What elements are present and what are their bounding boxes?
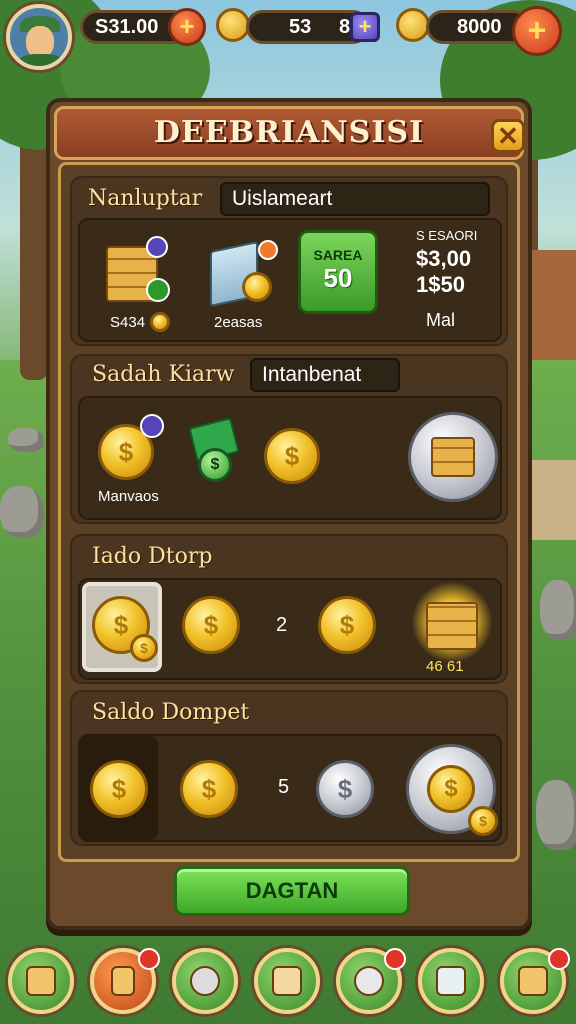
gem-balance-value: 53 — [289, 16, 312, 38]
small-coin-icon — [150, 312, 170, 332]
section-body: $ $ $ 2 $ 46 61 — [78, 578, 502, 680]
right-line1: $3,00 — [416, 246, 472, 271]
add-coin-button[interactable]: + — [512, 6, 562, 56]
item-price: S434 — [110, 314, 146, 331]
new-badge-icon — [258, 240, 278, 260]
right-bottom-text: Mal — [426, 310, 456, 330]
section-body: $ $ 5 $ $ $ — [78, 734, 502, 842]
mail-icon[interactable] — [418, 948, 484, 1014]
green-coin-icon: $ — [198, 448, 232, 482]
item-label: 2easas — [214, 314, 263, 331]
top-bar: S31.00 + 53 8 + 8000 + — [0, 0, 576, 70]
character-icon[interactable] — [336, 948, 406, 1014]
map-icon[interactable] — [254, 948, 320, 1014]
small-coin-icon: $ — [130, 634, 158, 662]
section-tab[interactable]: Intanbenat — [250, 358, 400, 392]
coin-label: Manvaos — [98, 488, 159, 505]
section-tab[interactable]: Uislameart — [220, 182, 490, 216]
add-cash-button[interactable]: + — [168, 8, 206, 46]
offer-sign[interactable]: SAREA 50 — [298, 230, 378, 314]
panel-title: DEEBRIANSISI — [153, 115, 425, 150]
panel-title-bar: DEEBRIANSISI ✕ — [54, 106, 525, 160]
treasure-bundle-icon[interactable] — [426, 602, 478, 650]
green-gem-icon — [146, 278, 170, 302]
chest-icon[interactable] — [8, 948, 74, 1014]
section-label: Saldo Dompet — [92, 700, 250, 725]
coin-icon[interactable]: $ — [90, 760, 148, 818]
small-coin-icon: $ — [468, 806, 498, 836]
coin-balance-value: 8000 — [457, 16, 502, 38]
right-top-text: S ESAORI — [416, 228, 478, 243]
coin-icon[interactable]: $ — [182, 596, 240, 654]
gem-balance-small: 8 — [339, 16, 351, 38]
coin-count: 5 — [278, 776, 290, 798]
section-body: $ Manvaos $ $ — [78, 396, 502, 520]
gift-icon[interactable] — [500, 948, 570, 1014]
cash-balance-value: S31.00 — [95, 16, 159, 38]
section-label: Sadah Kiarw — [92, 362, 235, 387]
leaf-coin-icon — [396, 8, 430, 42]
section-saldo-dompet: Saldo Dompet $ $ 5 $ $ $ — [70, 690, 508, 846]
plus-badge-icon — [146, 236, 168, 258]
pet-icon[interactable] — [172, 948, 238, 1014]
coin-count: 2 — [276, 614, 288, 636]
offer-sign-top: SAREA — [313, 247, 363, 263]
section-label: Iado Dtorp — [92, 544, 213, 569]
coin-icon[interactable]: $ — [318, 596, 376, 654]
coin-icon[interactable]: $ — [264, 428, 320, 484]
wallet-panel: DEEBRIANSISI ✕ Nanluptar Uislameart S434… — [46, 98, 532, 930]
card-icon[interactable] — [90, 948, 160, 1014]
coin-icon[interactable]: $ — [180, 760, 238, 818]
close-button[interactable]: ✕ — [491, 119, 525, 153]
add-gem-button[interactable]: + — [350, 12, 380, 42]
bundle-value: 46 61 — [426, 658, 464, 675]
confirm-button[interactable]: DAGTAN — [174, 866, 410, 916]
player-avatar[interactable] — [6, 4, 72, 70]
silver-coin-icon[interactable]: $ — [316, 760, 374, 818]
treasure-coin-icon[interactable] — [408, 412, 498, 502]
coin-icon — [242, 272, 272, 302]
offer-sign-value: 50 — [323, 263, 353, 293]
right-line2: 1$50 — [416, 272, 465, 297]
plus-badge-icon — [140, 414, 164, 438]
section-label: Nanluptar — [88, 186, 203, 211]
section-sadah-kiarw: Sadah Kiarw Intanbenat $ Manvaos $ $ — [70, 354, 508, 524]
gem-icon — [216, 8, 250, 42]
section-iado-dtorp: Iado Dtorp $ $ $ 2 $ 46 61 — [70, 534, 508, 684]
